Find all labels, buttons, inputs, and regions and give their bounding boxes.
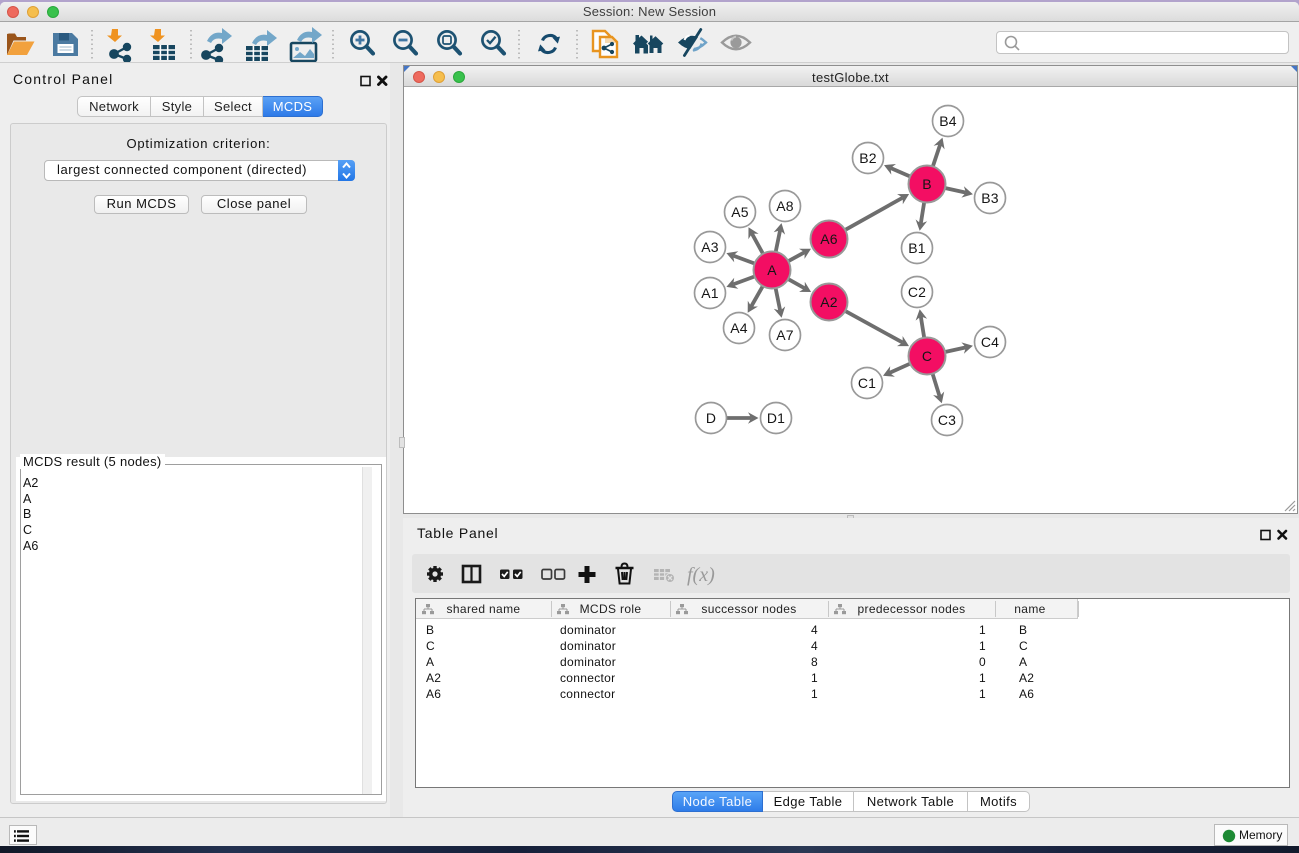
svg-text:C4: C4 — [981, 334, 999, 350]
svg-text:D: D — [706, 410, 716, 426]
svg-text:A7: A7 — [776, 327, 794, 343]
svg-text:C3: C3 — [938, 412, 956, 428]
svg-text:C: C — [922, 348, 932, 364]
svg-text:A3: A3 — [701, 239, 719, 255]
svg-text:A8: A8 — [776, 198, 794, 214]
svg-text:A4: A4 — [730, 320, 748, 336]
svg-text:A5: A5 — [731, 204, 749, 220]
svg-text:D1: D1 — [767, 410, 785, 426]
svg-text:B1: B1 — [908, 240, 926, 256]
svg-text:A: A — [767, 262, 777, 278]
svg-text:A2: A2 — [820, 294, 838, 310]
svg-text:A6: A6 — [820, 231, 838, 247]
svg-text:B4: B4 — [939, 113, 957, 129]
svg-text:C1: C1 — [858, 375, 876, 391]
svg-text:B: B — [922, 176, 932, 192]
svg-text:A1: A1 — [701, 285, 719, 301]
svg-text:B2: B2 — [859, 150, 877, 166]
svg-text:f(x): f(x) — [687, 564, 715, 586]
svg-text:C2: C2 — [908, 284, 926, 300]
svg-text:B3: B3 — [981, 190, 999, 206]
